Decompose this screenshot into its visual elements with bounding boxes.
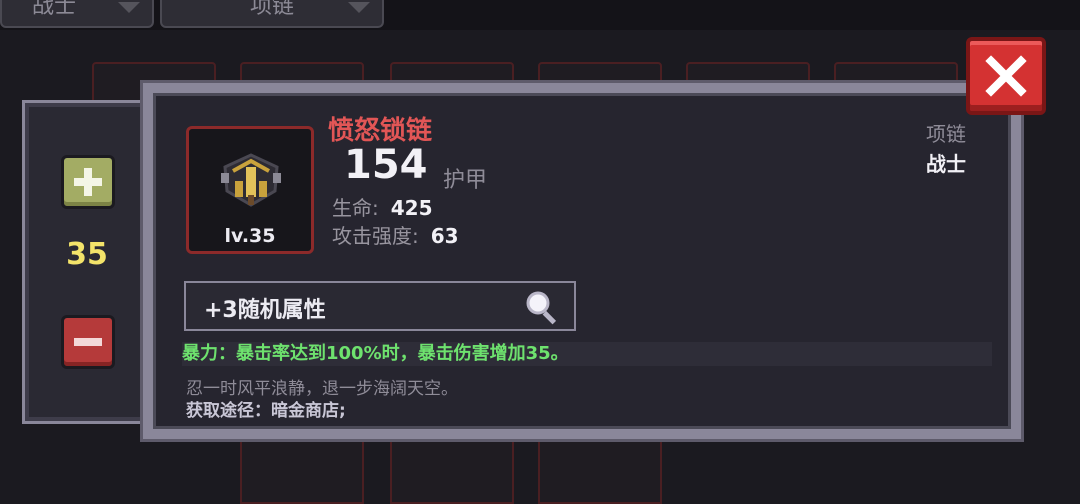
increase-button[interactable] — [61, 155, 115, 209]
armor-value: 154 — [344, 142, 428, 188]
random-attribute-box[interactable]: +3随机属性 — [184, 281, 576, 331]
stat-value: 425 — [390, 196, 433, 220]
magnifier-icon[interactable] — [522, 289, 562, 325]
necklace-icon — [221, 153, 281, 207]
decrease-button[interactable] — [61, 315, 115, 369]
item-class: 战士 — [926, 152, 966, 176]
minus-icon — [74, 338, 102, 346]
stat-label: 攻击强度: — [332, 224, 419, 248]
plus-icon — [74, 168, 102, 196]
item-level: lv.35 — [224, 225, 276, 247]
item-detail-content: lv.35 愤怒锁链 154 护甲 生命: 425 攻击强度: 63 项链 战士 +… — [153, 93, 1011, 429]
inventory-slot[interactable] — [240, 440, 364, 504]
stat-value: 63 — [430, 224, 459, 248]
item-detail-panel: lv.35 愤怒锁链 154 护甲 生命: 425 攻击强度: 63 项链 战士 +… — [140, 80, 1024, 442]
stat-label: 生命: — [332, 196, 379, 220]
inventory-slot[interactable] — [390, 440, 514, 504]
item-icon-frame: lv.35 — [186, 126, 314, 254]
set-effect-text: 暴力：暴击率达到100%时，暴击伤害增加35。 — [182, 342, 992, 366]
chevron-down-icon — [348, 2, 370, 13]
stat-row: 生命: 425 — [332, 192, 433, 221]
stat-row: 攻击强度: 63 — [332, 220, 459, 249]
class-filter-label: 战士 — [32, 0, 77, 19]
item-slot-type: 项链 — [926, 122, 966, 146]
slot-filter-dropdown[interactable]: 项链 — [160, 0, 384, 28]
random-attribute-label: +3随机属性 — [204, 298, 326, 323]
armor-label: 护甲 — [443, 168, 488, 193]
class-filter-dropdown[interactable]: 战士 — [0, 0, 154, 28]
close-button[interactable] — [966, 37, 1046, 115]
chevron-down-icon — [118, 2, 140, 13]
slot-filter-label: 项链 — [250, 0, 295, 19]
inventory-slot[interactable] — [538, 440, 662, 504]
quantity-value: 35 — [66, 237, 108, 272]
close-icon — [985, 55, 1027, 97]
item-source: 获取途径：暗金商店; — [186, 401, 346, 421]
